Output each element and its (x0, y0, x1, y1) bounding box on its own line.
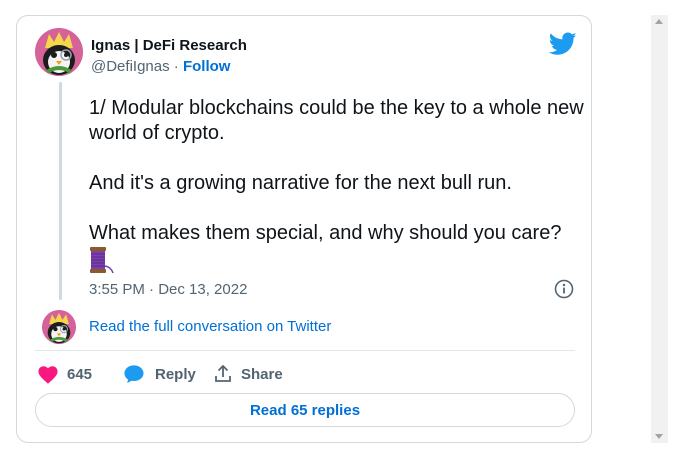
info-icon[interactable] (553, 278, 575, 300)
reply-label: Reply (155, 365, 196, 383)
handle-separator: · (169, 58, 183, 75)
tweet-card: Ignas | DeFi Research @DefiIgnas · Follo… (16, 15, 592, 443)
scroll-down-arrow-icon[interactable] (655, 434, 663, 439)
scrollbar[interactable] (651, 15, 668, 443)
reply-bubble-icon (124, 365, 144, 384)
like-button[interactable]: 645 (37, 362, 92, 386)
heart-icon (38, 366, 58, 384)
read-replies-button[interactable]: Read 65 replies (35, 393, 575, 427)
like-count: 645 (67, 365, 93, 383)
author-avatar[interactable] (35, 28, 83, 76)
spool-of-thread-icon (90, 247, 114, 274)
tweet-timestamp[interactable]: 3:55 PM · Dec 13, 2022 (89, 281, 247, 298)
divider (35, 350, 575, 351)
author-name[interactable]: Ignas | DeFi Research (91, 37, 247, 54)
share-label: Share (241, 365, 283, 383)
read-conversation-link[interactable]: Read the full conversation on Twitter (89, 318, 331, 335)
share-icon (215, 365, 231, 382)
follow-link[interactable]: Follow (183, 58, 231, 75)
reply-button[interactable]: Reply (123, 362, 196, 386)
author-handle[interactable]: @DefiIgnas (91, 58, 170, 75)
tweet-text: 1/ Modular blockchains could be the key … (89, 97, 584, 244)
author-handle-line: @DefiIgnas · Follow (91, 58, 230, 75)
thread-connector-line (59, 82, 62, 300)
twitter-bird-icon[interactable] (549, 32, 577, 56)
scroll-up-arrow-icon[interactable] (655, 19, 663, 24)
share-button[interactable]: Share (213, 362, 283, 386)
conversation-avatar[interactable] (42, 310, 76, 344)
